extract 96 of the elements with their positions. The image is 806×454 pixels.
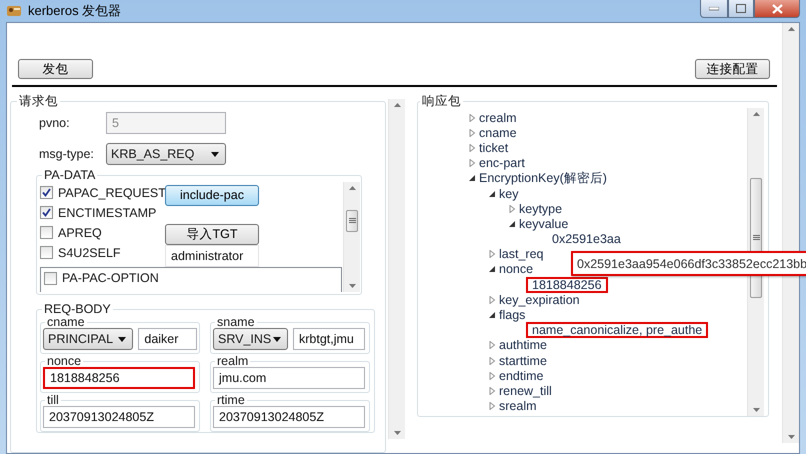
- caret-icon: [211, 152, 219, 156]
- collapsed-arrow-icon[interactable]: [468, 128, 476, 137]
- scroll-down-icon[interactable]: [752, 408, 760, 412]
- checkbox-label: ENCTIMESTAMP: [58, 206, 156, 220]
- tree-item[interactable]: crealm: [479, 110, 517, 125]
- field-label: realm: [216, 355, 250, 367]
- minimize-icon: [709, 6, 719, 10]
- tree-item[interactable]: nonce: [499, 262, 534, 276]
- checkbox-label: PA-PAC-OPTION: [62, 271, 159, 285]
- tree-item[interactable]: last_req: [499, 247, 544, 262]
- collapsed-arrow-icon[interactable]: [488, 356, 496, 365]
- expanded-arrow-icon[interactable]: [508, 220, 516, 228]
- expanded-arrow-icon[interactable]: [488, 190, 496, 198]
- collapsed-arrow-icon[interactable]: [488, 250, 496, 258]
- group-title: REQ-BODY: [43, 303, 112, 316]
- text-field[interactable]: 20370913024805Z: [43, 406, 195, 428]
- collapsed-arrow-icon[interactable]: [488, 296, 496, 304]
- collapsed-arrow-icon[interactable]: [468, 159, 476, 168]
- msg-type-dropdown[interactable]: KRB_AS_REQ: [106, 143, 226, 165]
- checkbox-label: S4U2SELF: [58, 246, 121, 260]
- tree-item[interactable]: ticket: [479, 140, 508, 155]
- collapsed-arrow-icon[interactable]: [508, 204, 516, 213]
- field-label: rtime: [216, 394, 246, 406]
- group-title: PA-DATA: [43, 169, 96, 182]
- checkbox-label: APREQ: [58, 226, 102, 240]
- checkbox[interactable]: [44, 272, 57, 284]
- maximize-icon: [736, 4, 746, 13]
- send-button[interactable]: 发包: [18, 59, 93, 79]
- include-pac-button[interactable]: include-pac: [165, 184, 259, 206]
- scroll-down-icon[interactable]: [348, 284, 356, 288]
- checkbox[interactable]: [40, 226, 53, 239]
- tree-item[interactable]: starttime: [499, 354, 547, 368]
- tree-item[interactable]: endtime: [499, 368, 544, 383]
- connection-config-button[interactable]: 连接配置: [695, 59, 770, 79]
- username-field[interactable]: administrator: [165, 244, 259, 266]
- name-field[interactable]: krbtgt,jmu: [293, 328, 365, 350]
- collapsed-arrow-icon[interactable]: [488, 372, 496, 380]
- scrollbar-thumb[interactable]: [346, 210, 358, 232]
- close-icon: [772, 4, 782, 14]
- expanded-arrow-icon[interactable]: [488, 265, 496, 274]
- field-label: till: [46, 394, 60, 406]
- collapsed-arrow-icon[interactable]: [468, 114, 476, 122]
- field-label: cname: [47, 316, 85, 328]
- collapsed-arrow-icon[interactable]: [488, 402, 496, 410]
- close-button[interactable]: [754, 0, 800, 18]
- window-title: kerberos 发包器: [28, 2, 122, 20]
- scroll-up-icon[interactable]: [348, 186, 356, 190]
- text-field[interactable]: 20370913024805Z: [213, 406, 365, 428]
- app-logo-icon: [6, 3, 22, 19]
- tree-item[interactable]: renew_till: [499, 384, 552, 398]
- tree-item[interactable]: EncryptionKey(解密后): [479, 170, 607, 187]
- pac-option-list[interactable]: PA-PAC-OPTION: [40, 266, 342, 292]
- checkbox[interactable]: [40, 186, 53, 199]
- collapsed-arrow-icon[interactable]: [488, 386, 496, 395]
- maximize-button[interactable]: [728, 0, 754, 18]
- scroll-down-icon[interactable]: [394, 431, 400, 435]
- tree-item[interactable]: keytype: [519, 202, 562, 216]
- collapsed-arrow-icon[interactable]: [488, 341, 496, 350]
- expanded-arrow-icon[interactable]: [488, 311, 496, 320]
- tree-item[interactable]: authtime: [499, 338, 547, 352]
- caret-icon: [118, 336, 126, 342]
- name-field[interactable]: daiker: [138, 328, 197, 350]
- field-label: sname: [216, 316, 256, 328]
- scroll-up-icon[interactable]: [394, 103, 400, 107]
- text-field[interactable]: jmu.com: [213, 367, 365, 389]
- tree-item[interactable]: srealm: [499, 399, 537, 414]
- tree-item[interactable]: keyvalue: [519, 216, 568, 231]
- name-type-dropdown[interactable]: PRINCIPAL: [43, 328, 134, 350]
- caret-icon: [273, 336, 281, 342]
- scroll-down-icon[interactable]: [788, 435, 794, 439]
- text-field[interactable]: 1818848256: [43, 367, 195, 389]
- group-title: 请求包: [18, 95, 59, 108]
- minimize-button[interactable]: [700, 0, 728, 18]
- tree-item[interactable]: cname: [479, 126, 517, 140]
- checkbox[interactable]: [40, 206, 53, 219]
- tree-value[interactable]: 0x2591e3aa: [546, 231, 627, 248]
- tree-item[interactable]: key: [499, 186, 518, 201]
- field-label: msg-type:: [39, 147, 95, 161]
- field-label: pvno:: [39, 116, 71, 130]
- checkbox-label: PAPAC_REQUEST: [58, 186, 166, 200]
- scrollbar[interactable]: [388, 99, 405, 439]
- import-tgt-button[interactable]: 导入TGT: [165, 224, 259, 244]
- tree-value[interactable]: 1818848256: [526, 276, 608, 293]
- tree-item[interactable]: flags: [499, 308, 526, 322]
- group-title: 响应包: [421, 95, 462, 108]
- scrollbar[interactable]: [343, 182, 360, 292]
- expanded-arrow-icon[interactable]: [468, 174, 476, 182]
- tree-value[interactable]: name_canonicalize, pre_authe: [526, 322, 708, 338]
- collapsed-arrow-icon[interactable]: [468, 144, 476, 152]
- name-type-dropdown[interactable]: SRV_INS: [213, 328, 288, 350]
- field-label: nonce: [46, 355, 82, 367]
- tree-item[interactable]: key_expiration: [499, 292, 580, 307]
- scroll-up-icon[interactable]: [752, 112, 760, 116]
- checkbox[interactable]: [40, 246, 53, 259]
- scroll-up-icon[interactable]: [788, 27, 794, 31]
- tree-item[interactable]: enc-part: [479, 156, 525, 170]
